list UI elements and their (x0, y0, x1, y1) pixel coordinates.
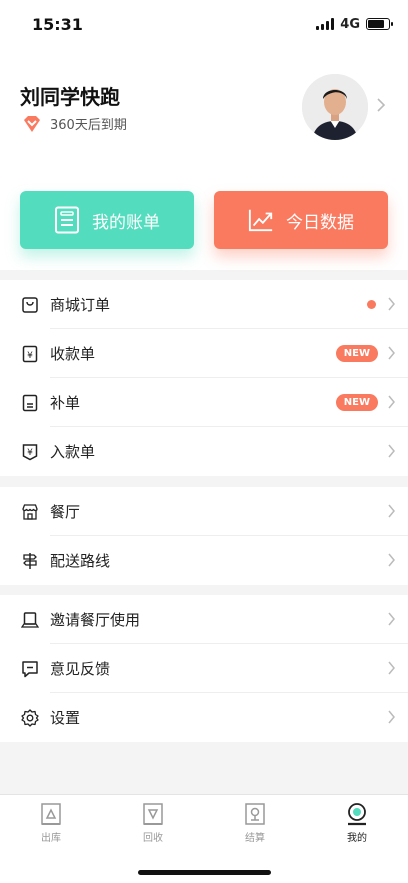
menu-item-supplement-order[interactable]: 补单 NEW (0, 378, 408, 427)
orders-section: 商城订单 ¥ 收款单 NEW 补单 NEW ¥ 入款单 (0, 280, 408, 476)
tab-label: 出库 (41, 833, 61, 844)
menu-item-feedback[interactable]: 意见反馈 (0, 644, 408, 693)
chevron-right-icon (388, 661, 395, 675)
outbound-icon (41, 803, 61, 825)
unread-dot (367, 300, 376, 309)
menu-label: 意见反馈 (50, 660, 111, 678)
vip-diamond-icon (24, 115, 40, 132)
svg-text:¥: ¥ (27, 448, 33, 458)
feedback-icon (20, 659, 40, 679)
menu-label: 收款单 (50, 345, 96, 363)
new-badge: NEW (335, 345, 378, 362)
tab-label: 回收 (143, 833, 163, 844)
menu-item-receipts[interactable]: ¥ 收款单 NEW (0, 329, 408, 378)
receipt-yen-icon: ¥ (20, 344, 40, 364)
trend-chart-icon (248, 209, 273, 232)
chevron-right-icon (388, 346, 395, 360)
menu-label: 入款单 (50, 443, 96, 461)
my-bills-button[interactable]: 我的账单 (20, 191, 194, 249)
chevron-right-icon (388, 395, 395, 409)
today-data-label: 今日数据 (286, 212, 354, 233)
menu-label: 餐厅 (50, 503, 81, 521)
tab-recycle[interactable]: 回收 (102, 795, 204, 851)
settlement-icon (245, 803, 265, 825)
chevron-right-icon (388, 504, 395, 518)
tab-mine[interactable]: 我的 (306, 795, 408, 851)
menu-item-invite-restaurant[interactable]: 邀请餐厅使用 (0, 595, 408, 644)
menu-label: 补单 (50, 394, 81, 412)
tab-settlement[interactable]: 结算 (204, 795, 306, 851)
tab-outbound[interactable]: 出库 (0, 795, 102, 851)
profile-chevron-icon[interactable] (376, 98, 386, 112)
avatar[interactable] (302, 74, 368, 140)
profile-page: 15:31 4G 刘同学快跑 360天后到期 我的账单 今日数据 商城订单 ¥ … (0, 0, 408, 883)
menu-item-delivery-route[interactable]: 配送路线 (0, 536, 408, 585)
chevron-right-icon (388, 612, 395, 626)
recycle-icon (143, 803, 163, 825)
new-badge: NEW (335, 394, 378, 411)
document-icon (20, 393, 40, 413)
svg-text:¥: ¥ (27, 351, 33, 361)
profile-icon (348, 803, 366, 826)
store-icon (20, 502, 40, 522)
status-bar: 15:31 4G (0, 0, 408, 48)
menu-item-settings[interactable]: 设置 (0, 693, 408, 742)
home-indicator[interactable] (138, 870, 271, 875)
menu-label: 邀请餐厅使用 (50, 611, 141, 629)
menu-label: 设置 (50, 709, 81, 727)
tab-label: 结算 (245, 833, 265, 844)
deposit-yen-icon: ¥ (20, 442, 40, 462)
bill-icon (55, 206, 79, 234)
settings-gear-icon (20, 708, 40, 728)
menu-item-deposit[interactable]: ¥ 入款单 (0, 427, 408, 476)
status-indicators: 4G (316, 16, 393, 32)
battery-icon (366, 18, 393, 30)
signpost-icon (20, 551, 40, 571)
menu-label: 商城订单 (50, 296, 111, 314)
chevron-right-icon (388, 297, 395, 311)
bottom-tab-bar: 出库 回收 结算 我的 (0, 794, 408, 883)
business-section: 餐厅 配送路线 (0, 487, 408, 585)
other-section: 邀请餐厅使用 意见反馈 设置 (0, 595, 408, 742)
status-time: 15:31 (32, 14, 83, 34)
chevron-right-icon (388, 553, 395, 567)
chevron-right-icon (388, 710, 395, 724)
profile-header: 刘同学快跑 360天后到期 我的账单 今日数据 (0, 48, 408, 270)
network-type: 4G (340, 16, 360, 32)
menu-item-mall-orders[interactable]: 商城订单 (0, 280, 408, 329)
menu-label: 配送路线 (50, 552, 111, 570)
today-data-button[interactable]: 今日数据 (214, 191, 388, 249)
membership-expiry: 360天后到期 (50, 118, 127, 133)
signal-icon (316, 18, 335, 30)
laptop-icon (20, 610, 40, 630)
tab-label: 我的 (347, 833, 367, 844)
membership-status: 360天后到期 (22, 114, 127, 133)
chevron-right-icon (388, 444, 395, 458)
shopping-bag-icon (20, 295, 40, 315)
user-name: 刘同学快跑 (20, 85, 120, 109)
quick-cards: 我的账单 今日数据 (20, 191, 388, 249)
menu-item-restaurant[interactable]: 餐厅 (0, 487, 408, 536)
my-bills-label: 我的账单 (92, 212, 160, 233)
